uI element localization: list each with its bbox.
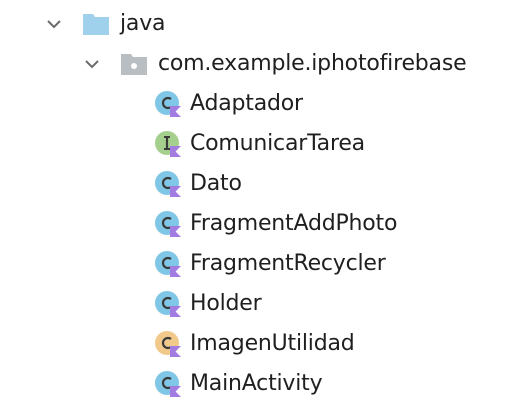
tree-node-label: Holder	[190, 291, 262, 316]
tree-node-label: java	[120, 11, 166, 36]
kotlin-class-icon	[154, 170, 182, 198]
chevron-down-icon[interactable]	[44, 14, 64, 34]
tree-node-java[interactable]: java	[44, 4, 165, 44]
tree-node-class[interactable]: FragmentAddPhoto	[154, 204, 397, 244]
tree-node-label: MainActivity	[190, 371, 323, 396]
chevron-down-icon[interactable]	[82, 54, 102, 74]
tree-node-interface[interactable]: ComunicarTarea	[154, 124, 365, 164]
tree-node-label: FragmentAddPhoto	[190, 211, 398, 236]
tree-node-class[interactable]: Holder	[154, 284, 262, 324]
package-folder-icon	[120, 51, 148, 77]
kotlin-object-icon	[154, 330, 182, 358]
tree-node-label: ImagenUtilidad	[190, 331, 355, 356]
tree-node-label: ComunicarTarea	[190, 131, 365, 156]
kotlin-class-icon	[154, 90, 182, 118]
tree-node-class[interactable]: Adaptador	[154, 84, 303, 124]
kotlin-class-icon	[154, 370, 182, 398]
project-tree: java com.example.iphotofirebase Adaptado…	[0, 0, 521, 403]
tree-node-label: Dato	[190, 171, 242, 196]
tree-node-class[interactable]: Dato	[154, 164, 242, 204]
tree-node-object[interactable]: ImagenUtilidad	[154, 324, 355, 364]
kotlin-class-icon	[154, 210, 182, 238]
folder-icon	[82, 11, 110, 37]
tree-node-package[interactable]: com.example.iphotofirebase	[82, 44, 467, 84]
kotlin-class-icon	[154, 290, 182, 318]
kotlin-interface-icon	[154, 130, 182, 158]
tree-node-class[interactable]: FragmentRecycler	[154, 244, 386, 284]
tree-node-label: FragmentRecycler	[190, 251, 386, 276]
tree-node-label: Adaptador	[190, 91, 303, 116]
tree-node-label: com.example.iphotofirebase	[158, 51, 467, 76]
tree-node-class[interactable]: MainActivity	[154, 364, 323, 404]
kotlin-class-icon	[154, 250, 182, 278]
